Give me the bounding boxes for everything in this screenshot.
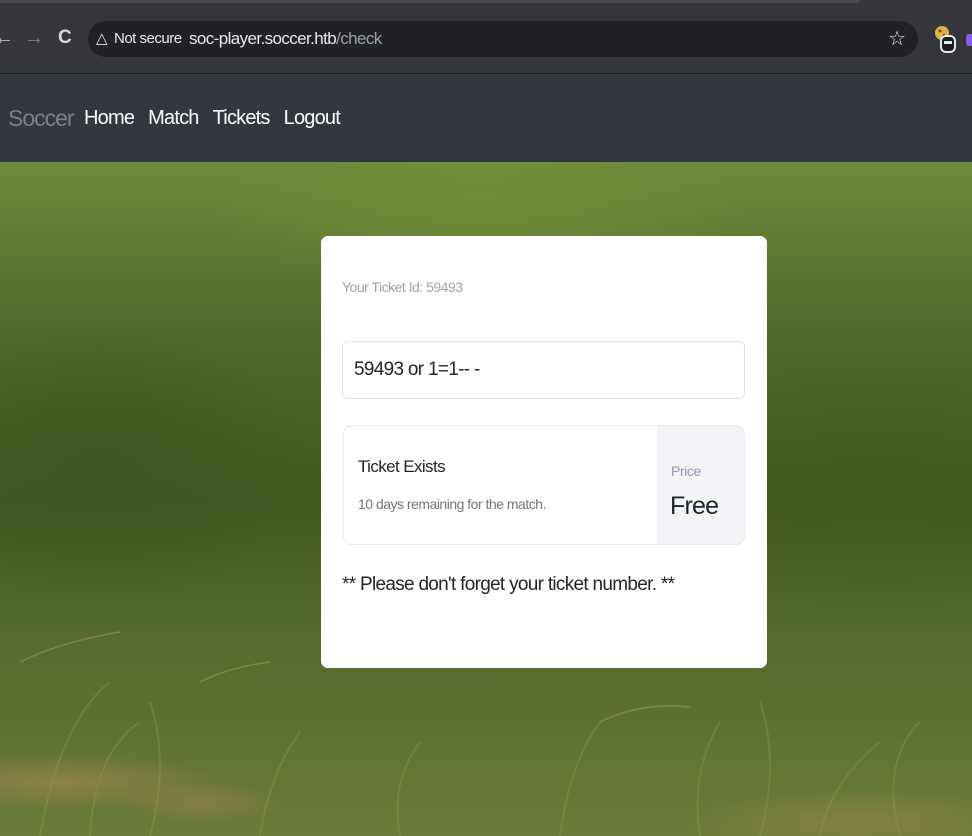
profile-edge bbox=[966, 34, 972, 46]
ticket-result: Ticket Exists 10 days remaining for the … bbox=[343, 425, 745, 545]
arrow-left-icon[interactable]: ← bbox=[0, 26, 14, 50]
security-label: Not secure bbox=[114, 30, 182, 47]
nav-match[interactable]: Match bbox=[148, 104, 199, 132]
nav-home[interactable]: Home bbox=[84, 104, 135, 132]
nav-tickets[interactable]: Tickets bbox=[213, 104, 271, 132]
security-indicator[interactable]: △ Not secure bbox=[96, 29, 182, 49]
nav-logout[interactable]: Logout bbox=[284, 104, 341, 132]
url-host: soc-player.soccer.htb bbox=[189, 29, 337, 48]
ticket-check-card: Your Ticket Id: 59493 Ticket Exists 10 d… bbox=[321, 236, 767, 668]
address-bar[interactable]: △ Not secure soc-player.soccer.htb/check … bbox=[88, 21, 918, 57]
site-navbar: Soccer Home Match Tickets Logout bbox=[0, 74, 972, 162]
ticket-reminder: ** Please don't forget your ticket numbe… bbox=[342, 574, 675, 595]
url-text[interactable]: soc-player.soccer.htb/check bbox=[189, 29, 382, 49]
price-value: Free bbox=[670, 492, 719, 520]
site-brand[interactable]: Soccer bbox=[8, 104, 75, 132]
arrow-right-icon[interactable]: → bbox=[24, 26, 44, 50]
reload-icon[interactable]: C bbox=[58, 26, 72, 50]
ticket-id-label: Your Ticket Id: 59493 bbox=[342, 279, 463, 295]
price-label: Price bbox=[671, 463, 701, 479]
cookie-extension-icon[interactable] bbox=[932, 24, 958, 54]
result-subtitle: 10 days remaining for the match. bbox=[358, 496, 546, 512]
price-panel: Price Free bbox=[657, 426, 744, 544]
star-icon[interactable]: ☆ bbox=[888, 29, 906, 49]
warning-triangle-icon: △ bbox=[96, 30, 108, 47]
result-title: Ticket Exists bbox=[358, 457, 446, 476]
nav-links: Home Match Tickets Logout bbox=[84, 104, 354, 132]
ticket-number-input[interactable] bbox=[342, 341, 745, 399]
browser-toolbar: ← → C △ Not secure soc-player.soccer.htb/… bbox=[0, 0, 972, 74]
tab-strip bbox=[0, 0, 860, 3]
url-path: /check bbox=[336, 29, 382, 48]
